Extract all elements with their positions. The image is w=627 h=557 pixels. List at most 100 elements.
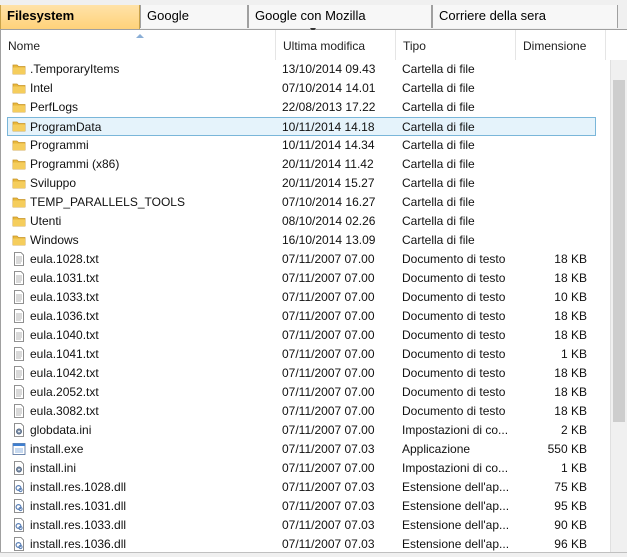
tab-filesystem[interactable]: Filesystem: [0, 5, 140, 29]
text-file-icon: [12, 271, 26, 285]
file-size: [519, 60, 587, 79]
file-type: Cartella di file: [402, 81, 475, 95]
file-size: 18 KB: [554, 385, 587, 399]
file-row[interactable]: Windows 16/10/2014 13.09 Cartella di file: [1, 231, 606, 250]
column-header-size[interactable]: Dimensione: [516, 30, 606, 60]
column-header-type[interactable]: Tipo: [396, 30, 516, 60]
file-row[interactable]: eula.1036.txt 07/11/2007 07.00 Documento d…: [1, 307, 606, 326]
file-name: Sviluppo: [30, 176, 77, 190]
file-row[interactable]: ProgramData 10/11/2014 14.18 Cartella di f…: [7, 117, 596, 136]
file-row[interactable]: install.res.1033.dll 07/11/2007 07.03 Este…: [1, 516, 606, 535]
vertical-scrollbar[interactable]: [610, 60, 627, 552]
file-name: eula.2052.txt: [30, 385, 99, 399]
scrollbar-thumb[interactable]: [613, 80, 625, 422]
file-name: eula.1042.txt: [30, 366, 99, 380]
file-type: Cartella di file: [402, 157, 475, 171]
file-size: 18 KB: [554, 309, 587, 323]
file-row[interactable]: install.res.1036.dll 07/11/2007 07.03 Este…: [1, 535, 606, 552]
file-row[interactable]: eula.1033.txt 07/11/2007 07.00 Documento d…: [1, 288, 606, 307]
file-type: Documento di testo: [402, 366, 506, 380]
file-modified: 07/11/2007 07.00: [282, 461, 375, 475]
file-list: Nome Ultima modifica Tipo Dimensione .Te…: [0, 30, 627, 552]
file-row[interactable]: Programmi (x86) 20/11/2014 11.42 Cartella …: [1, 155, 606, 174]
file-type: Cartella di file: [402, 233, 475, 247]
file-type: Cartella di file: [402, 176, 475, 190]
folder-icon: [12, 138, 26, 152]
column-header-name[interactable]: Nome: [1, 30, 276, 60]
file-modified: 20/11/2014 15.27: [282, 176, 375, 190]
file-row[interactable]: Sviluppo 20/11/2014 15.27 Cartella di file: [1, 174, 606, 193]
text-file-icon: [12, 328, 26, 342]
file-type: Documento di testo: [402, 309, 506, 323]
file-row[interactable]: eula.1041.txt 07/11/2007 07.00 Documento d…: [1, 345, 606, 364]
file-modified: 07/11/2007 07.03: [282, 480, 375, 494]
file-row[interactable]: eula.2052.txt 07/11/2007 07.00 Documento d…: [1, 383, 606, 402]
tab-corriere-della-sera[interactable]: Corriere della sera: [432, 5, 618, 28]
file-row[interactable]: Programmi 10/11/2014 14.34 Cartella di fil…: [1, 136, 606, 155]
text-file-icon: [12, 309, 26, 323]
tab-google[interactable]: Google: [140, 5, 248, 28]
file-modified: 20/11/2014 11.42: [282, 157, 374, 171]
file-size: 90 KB: [554, 518, 587, 532]
column-size-label: Dimensione: [523, 39, 587, 53]
file-type: Estensione dell'ap...: [402, 537, 510, 551]
file-row[interactable]: eula.1031.txt 07/11/2007 07.00 Documento d…: [1, 269, 606, 288]
file-row[interactable]: globdata.ini 07/11/2007 07.00 Impostazioni…: [1, 421, 606, 440]
file-name: ProgramData: [30, 120, 102, 134]
file-type: Documento di testo: [402, 347, 506, 361]
file-row[interactable]: install.ini 07/11/2007 07.00 Impostazioni …: [1, 459, 606, 478]
file-name: install.res.1036.dll: [30, 537, 127, 551]
file-row[interactable]: install.exe 07/11/2007 07.03 Applicazione 5…: [1, 440, 606, 459]
file-size: [519, 212, 587, 231]
dll-file-icon: [12, 480, 26, 494]
file-row[interactable]: install.res.1028.dll 07/11/2007 07.03 Este…: [1, 478, 606, 497]
list-header: Nome Ultima modifica Tipo Dimensione: [1, 30, 606, 60]
file-size: 75 KB: [554, 480, 587, 494]
file-size: 1 KB: [560, 461, 587, 475]
file-row[interactable]: TEMP_PARALLELS_TOOLS 07/10/2014 16.27 Cart…: [1, 193, 606, 212]
tab-google-con-mozilla[interactable]: Google con Mozilla: [248, 5, 432, 28]
folder-icon: [12, 176, 26, 190]
file-name: eula.1033.txt: [30, 290, 99, 304]
file-modified: 07/11/2007 07.00: [282, 328, 375, 342]
file-modified: 16/10/2014 13.09: [282, 233, 376, 247]
file-type: Cartella di file: [402, 214, 475, 228]
file-name: eula.1041.txt: [30, 347, 99, 361]
file-type: Documento di testo: [402, 404, 506, 418]
file-modified: 07/11/2007 07.00: [282, 347, 375, 361]
sort-ascending-icon: [136, 34, 144, 38]
file-name: install.res.1028.dll: [30, 480, 127, 494]
file-size: [519, 118, 587, 137]
file-row[interactable]: eula.1042.txt 07/11/2007 07.00 Documento d…: [1, 364, 606, 383]
file-size: 1 KB: [560, 347, 587, 361]
file-row[interactable]: Intel 07/10/2014 14.01 Cartella di file: [1, 79, 606, 98]
file-row[interactable]: Utenti 08/10/2014 02.26 Cartella di file: [1, 212, 606, 231]
file-row[interactable]: eula.1028.txt 07/11/2007 07.00 Documento d…: [1, 250, 606, 269]
file-name: eula.1040.txt: [30, 328, 99, 342]
file-modified: 08/10/2014 02.26: [282, 214, 376, 228]
settings-file-icon: [12, 461, 26, 475]
file-type: Cartella di file: [402, 138, 475, 152]
file-row[interactable]: .TemporaryItems 13/10/2014 09.43 Cartella …: [1, 60, 606, 79]
folder-icon: [12, 62, 26, 76]
file-modified: 07/11/2007 07.03: [282, 537, 375, 551]
file-type: Impostazioni di co...: [402, 423, 509, 437]
file-row[interactable]: install.res.1031.dll 07/11/2007 07.03 Este…: [1, 497, 606, 516]
file-type: Impostazioni di co...: [402, 461, 509, 475]
file-row[interactable]: eula.1040.txt 07/11/2007 07.00 Documento d…: [1, 326, 606, 345]
file-row[interactable]: eula.3082.txt 07/11/2007 07.00 Documento d…: [1, 402, 606, 421]
file-name: eula.3082.txt: [30, 404, 99, 418]
file-modified: 10/11/2014 14.18: [282, 120, 375, 134]
column-name-label: Nome: [8, 39, 41, 53]
file-modified: 07/11/2007 07.03: [282, 518, 375, 532]
file-size: [519, 174, 587, 193]
dll-file-icon: [12, 499, 26, 513]
file-row[interactable]: PerfLogs 22/08/2013 17.22 Cartella di file: [1, 98, 606, 117]
file-modified: 07/11/2007 07.03: [282, 499, 375, 513]
file-size: 10 KB: [554, 290, 587, 304]
file-name: install.res.1033.dll: [30, 518, 127, 532]
file-size: 18 KB: [554, 328, 587, 342]
file-size: 95 KB: [554, 499, 587, 513]
text-file-icon: [12, 252, 26, 266]
column-header-modified[interactable]: Ultima modifica: [276, 30, 396, 60]
